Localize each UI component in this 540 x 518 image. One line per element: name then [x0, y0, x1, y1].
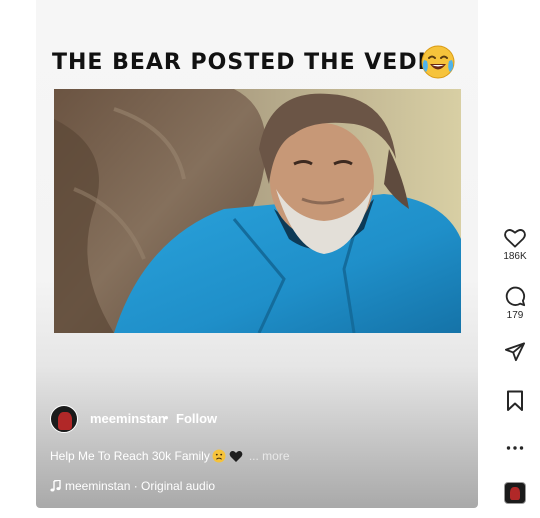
- avatar[interactable]: [50, 405, 78, 433]
- audio-label: meeminstan · Original audio: [65, 479, 216, 493]
- bookmark-icon[interactable]: [506, 390, 524, 412]
- comment-icon[interactable]: [504, 285, 526, 307]
- comment-count: 179: [506, 310, 524, 321]
- caption-text: Help Me To Reach 30k Family: [50, 449, 210, 463]
- username-link[interactable]: meeminstan: [90, 411, 166, 426]
- comment-action[interactable]: 179: [497, 285, 533, 321]
- video-frame[interactable]: [54, 89, 461, 333]
- like-count: 186K: [503, 251, 527, 262]
- more-link[interactable]: ... more: [249, 449, 290, 463]
- separator-dot: •: [164, 410, 169, 425]
- save-action[interactable]: [497, 390, 533, 412]
- follow-button[interactable]: Follow: [176, 411, 217, 426]
- music-note-icon: [50, 480, 61, 492]
- audio-link[interactable]: meeminstan · Original audio: [50, 479, 215, 493]
- laughing-crying-emoji-icon: [421, 45, 455, 79]
- action-bar: 186K 179: [497, 0, 533, 518]
- more-options-action[interactable]: [497, 438, 533, 458]
- black-heart-emoji-icon: [229, 450, 243, 462]
- heart-icon[interactable]: [504, 228, 526, 248]
- reel-card[interactable]: THE BEAR POSTED THE VEDIO meeminstan • F…: [36, 0, 478, 508]
- sad-face-emoji-icon: [212, 449, 226, 463]
- like-action[interactable]: 186K: [497, 228, 533, 262]
- video-still: [54, 89, 461, 333]
- post-info: meeminstan • Follow Help Me To Reach 30k…: [36, 400, 478, 508]
- share-icon[interactable]: [504, 342, 526, 362]
- more-icon[interactable]: [505, 438, 525, 458]
- overlay-title: THE BEAR POSTED THE VEDIO: [52, 50, 447, 75]
- share-action[interactable]: [497, 342, 533, 362]
- audio-thumbnail[interactable]: [504, 482, 526, 504]
- caption: Help Me To Reach 30k Family ... more: [50, 448, 290, 464]
